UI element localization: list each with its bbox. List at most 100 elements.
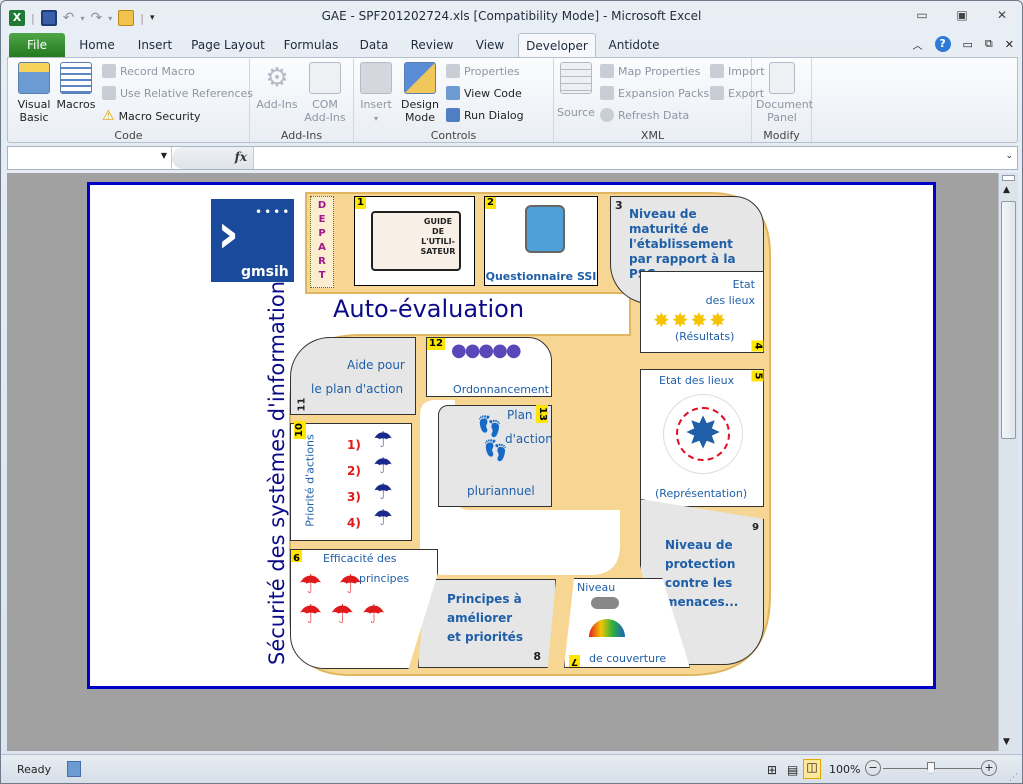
- expand-formula-bar-icon[interactable]: ⌄: [1005, 151, 1013, 161]
- square-4-results[interactable]: Etat des lieux ✸✸✸✸ (Résultats) 4: [640, 271, 764, 353]
- refresh-data-icon: [600, 108, 614, 122]
- tab-antidote[interactable]: Antidote: [601, 33, 667, 57]
- refresh-data-button[interactable]: Refresh Data: [600, 108, 689, 122]
- page-break-preview-icon[interactable]: ◫: [803, 759, 821, 779]
- zoom-level[interactable]: 100%: [829, 763, 860, 776]
- zoom-out-icon[interactable]: −: [865, 760, 881, 776]
- vertical-scrollbar[interactable]: ▲ ▼: [998, 173, 1018, 751]
- add-ins-button[interactable]: ⚙ Add-Ins: [254, 62, 300, 111]
- square-1-user-guide[interactable]: 1 GUIDE DE L'UTILI-SATEUR: [354, 196, 475, 286]
- name-box-dropdown-icon[interactable]: ▼: [161, 151, 167, 160]
- run-dialog-button[interactable]: Run Dialog: [446, 108, 524, 122]
- status-ready: Ready: [17, 763, 52, 776]
- footprints-icon: 👣 👣: [477, 414, 509, 462]
- computer-user-icon: [525, 205, 565, 253]
- tab-review[interactable]: Review: [403, 33, 461, 57]
- split-box[interactable]: [1002, 175, 1015, 181]
- tab-developer[interactable]: Developer: [518, 33, 596, 57]
- help-icon[interactable]: ?: [934, 36, 951, 52]
- use-relative-references-button[interactable]: Use Relative References: [102, 86, 253, 100]
- zoom-slider-handle[interactable]: [927, 762, 935, 774]
- compass-rose-icon: ✸: [663, 394, 743, 474]
- record-macro-button[interactable]: Record Macro: [102, 64, 195, 78]
- macro-record-icon[interactable]: [67, 761, 81, 777]
- expansion-packs-button[interactable]: Expansion Packs: [600, 86, 709, 100]
- view-code-button[interactable]: View Code: [446, 86, 522, 100]
- arrow-logo-icon: ›: [217, 202, 240, 265]
- workbook-close-icon[interactable]: ✕: [1005, 38, 1014, 51]
- ribbon: Visual Basic Macros Record Macro Use Rel…: [7, 57, 1018, 144]
- group-label-addins: Add-Ins: [280, 129, 323, 142]
- close-icon[interactable]: ✕: [992, 7, 1012, 23]
- square-2-questionnaire[interactable]: 2 Questionnaire SSI: [484, 196, 598, 286]
- normal-view-icon[interactable]: ⊞: [767, 763, 777, 777]
- tab-insert[interactable]: Insert: [129, 33, 181, 57]
- macros-icon: [60, 62, 92, 94]
- insert-control-button[interactable]: Insert ▾: [356, 62, 396, 125]
- scroll-thumb[interactable]: [1001, 201, 1016, 439]
- fx-icon[interactable]: fx: [235, 150, 247, 164]
- square-12-scheduling[interactable]: 12 ●●●●● Ordonnancement: [426, 337, 552, 397]
- properties-icon: [446, 64, 460, 78]
- tab-home[interactable]: Home: [71, 33, 123, 57]
- zoom-in-icon[interactable]: +: [981, 760, 997, 776]
- blue-umbrellas-icon: ☂ ☂ ☂ ☂: [373, 428, 393, 531]
- tab-formulas[interactable]: Formulas: [276, 33, 346, 57]
- visual-basic-icon: [18, 62, 50, 94]
- status-bar: Ready ⊞ ▤ ◫ 100% − + ⋰: [1, 754, 1022, 783]
- com-add-ins-button[interactable]: COM Add-Ins: [302, 62, 348, 124]
- main-title: Auto-évaluation: [333, 295, 525, 323]
- title-bar: X | ↶ ▾ ↷ ▾ | ▾ GAE - SPF201202724.xls […: [1, 1, 1022, 33]
- tab-file[interactable]: File: [9, 33, 65, 57]
- square-5-representation[interactable]: 5 Etat des lieux ✸ (Représentation): [640, 369, 764, 507]
- group-label-modify: Modify: [763, 129, 800, 142]
- view-code-icon: [446, 86, 460, 100]
- molecule-icon: ●●●●●: [451, 340, 522, 361]
- logo-dots-icon: ••••: [255, 205, 292, 219]
- source-button[interactable]: Source: [556, 62, 596, 119]
- name-box[interactable]: ▼: [8, 147, 172, 169]
- scroll-up-icon[interactable]: ▲: [1003, 185, 1010, 195]
- properties-button[interactable]: Properties: [446, 64, 520, 78]
- document-panel-button[interactable]: Document Panel: [756, 62, 813, 124]
- formula-bar: ▼ fx ⌄: [7, 146, 1018, 170]
- group-label-xml: XML: [640, 129, 665, 142]
- square-11-action-plan-help[interactable]: Aide pour le plan d'action 11: [290, 337, 416, 415]
- page-layout-view-icon[interactable]: ▤: [787, 763, 798, 777]
- tab-data[interactable]: Data: [351, 33, 397, 57]
- formula-buttons: fx: [172, 147, 254, 169]
- resize-grip-icon[interactable]: ⋰: [1009, 773, 1018, 783]
- com-add-ins-icon: [309, 62, 341, 94]
- depart-square[interactable]: DEPART: [310, 196, 334, 288]
- scroll-down-icon[interactable]: ▼: [1003, 737, 1010, 747]
- square-13-multi-year-plan[interactable]: Plan 13 d'action 👣 👣 pluriannuel: [438, 405, 553, 507]
- square-10-action-priority[interactable]: 10 Priorité d'actions 1) 2) 3) 4) ☂ ☂ ☂ ☂: [290, 421, 412, 541]
- cloud-icon: [591, 597, 619, 609]
- square-8-principles-improve[interactable]: Principes à améliorer et priorités 8: [418, 579, 556, 668]
- window-title: GAE - SPF201202724.xls [Compatibility Mo…: [321, 9, 702, 23]
- design-mode-icon: [404, 62, 436, 94]
- relative-references-icon: [102, 86, 116, 100]
- export-icon: [710, 86, 724, 100]
- formula-input[interactable]: [256, 147, 997, 169]
- collapse-ribbon-icon[interactable]: ︿: [913, 37, 923, 52]
- tab-page-layout[interactable]: Page Layout: [187, 33, 269, 57]
- group-label-controls: Controls: [430, 129, 477, 142]
- vertical-title: Sécurité des systèmes d'information: [265, 280, 289, 665]
- macro-security-button[interactable]: ⚠ Macro Security: [102, 108, 201, 124]
- tab-view[interactable]: View: [467, 33, 513, 57]
- macros-button[interactable]: Macros: [56, 62, 96, 111]
- map-properties-button[interactable]: Map Properties: [600, 64, 700, 78]
- rainbow-umbrella-icon: [589, 619, 625, 637]
- minimize-icon[interactable]: ▭: [912, 7, 932, 23]
- excel-window: X | ↶ ▾ ↷ ▾ | ▾ GAE - SPF201202724.xls […: [0, 0, 1023, 784]
- workbook-restore-icon[interactable]: ⧉: [985, 37, 993, 51]
- zoom-slider[interactable]: [883, 762, 981, 774]
- group-xml: Source Map Properties Expansion Packs Re…: [554, 58, 765, 144]
- maximize-icon[interactable]: ▣: [952, 7, 972, 23]
- workbook-minimize-icon[interactable]: ▭: [963, 38, 973, 51]
- visual-basic-button[interactable]: Visual Basic: [14, 62, 54, 124]
- warning-icon: ⚠: [102, 108, 115, 124]
- design-mode-button[interactable]: Design Mode: [398, 62, 442, 124]
- toolbox-icon: [360, 62, 392, 94]
